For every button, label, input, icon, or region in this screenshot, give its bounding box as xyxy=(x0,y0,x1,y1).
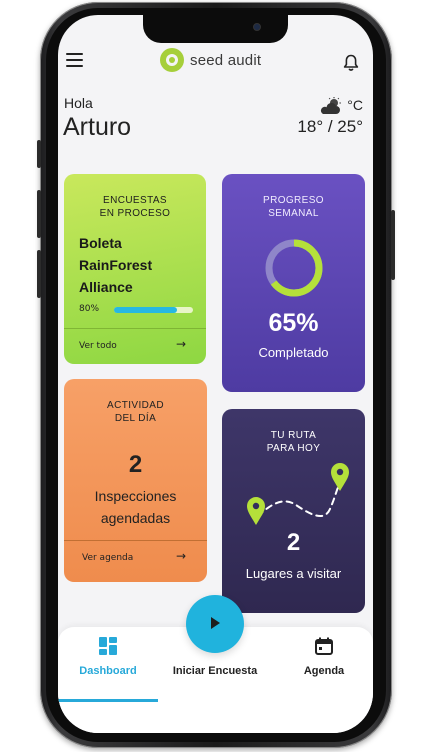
view-agenda-link[interactable]: Ver agenda xyxy=(82,553,133,563)
tab-label: Iniciar Encuesta xyxy=(172,665,258,677)
calendar-icon xyxy=(315,637,333,655)
phone-side-button xyxy=(37,250,41,298)
weekly-progress-card: PROGRESO SEMANAL 65% Completado xyxy=(222,174,365,392)
inspections-count: 2 xyxy=(128,451,143,478)
project-name-line: RainForest xyxy=(79,257,153,273)
card-divider xyxy=(64,540,207,541)
project-name-line: Boleta xyxy=(79,235,122,251)
surveys-in-progress-card[interactable]: ENCUESTAS EN PROCESO Boleta RainForest A… xyxy=(64,174,206,364)
project-name-line: Alliance xyxy=(79,279,133,295)
weekly-progress-subtitle: Completado xyxy=(258,345,329,360)
temperature-range: 18° / 25° xyxy=(297,117,363,137)
card-title: TU RUTA PARA HOY xyxy=(222,409,365,455)
play-icon xyxy=(211,617,220,629)
brand-name: seed audit xyxy=(190,51,262,69)
card-title-line: PARA HOY xyxy=(266,443,321,454)
weather-widget: °C 18° / 25° xyxy=(297,97,363,137)
user-name: Arturo xyxy=(63,113,132,141)
phone-notch xyxy=(143,15,288,43)
places-count: 2 xyxy=(286,529,301,556)
tab-agenda[interactable]: Agenda xyxy=(294,637,354,677)
tab-start-survey[interactable]: Iniciar Encuesta xyxy=(165,665,265,677)
todays-route-card[interactable]: TU RUTA PARA HOY 2 Lugares a visitar xyxy=(222,409,365,613)
arrow-right-icon[interactable]: → xyxy=(176,337,186,351)
route-map-illustration xyxy=(247,463,349,525)
tab-label: Agenda xyxy=(303,665,345,677)
dashboard-icon xyxy=(99,637,117,655)
location-pin-icon xyxy=(247,497,265,525)
phone-side-button xyxy=(391,210,395,280)
phone-side-button xyxy=(37,140,41,168)
notification-bell-icon[interactable] xyxy=(343,54,359,72)
phone-side-button xyxy=(37,190,41,238)
card-title-line: TU RUTA xyxy=(270,430,317,441)
places-label: Lugares a visitar xyxy=(245,566,342,581)
card-title: ACTIVIDAD DEL DÍA xyxy=(64,379,207,425)
card-title: PROGRESO SEMANAL xyxy=(222,174,365,220)
survey-project-name: Boleta RainForest Alliance xyxy=(79,232,152,298)
progress-bar xyxy=(114,307,193,313)
card-title-line: EN PROCESO xyxy=(99,208,171,219)
menu-icon[interactable] xyxy=(66,53,83,67)
arrow-right-icon[interactable]: → xyxy=(176,549,186,563)
daily-activity-card[interactable]: ACTIVIDAD DEL DÍA 2 Inspecciones agendad… xyxy=(64,379,207,582)
inspections-label: Inspecciones agendadas xyxy=(94,488,177,526)
location-pin-icon xyxy=(331,463,349,491)
card-title-line: SEMANAL xyxy=(268,208,319,219)
tab-dashboard[interactable]: Dashboard xyxy=(72,637,144,677)
partly-cloudy-icon xyxy=(321,97,342,114)
brand-logo: seed audit xyxy=(160,48,261,72)
card-title-line: DEL DÍA xyxy=(114,413,157,424)
active-tab-indicator xyxy=(58,699,158,702)
app-header: seed audit xyxy=(58,43,373,83)
progress-percent-label: 80% xyxy=(79,304,100,314)
start-survey-play-button[interactable] xyxy=(186,595,244,653)
tab-label: Dashboard xyxy=(79,665,137,677)
card-title-line: PROGRESO xyxy=(263,195,324,206)
seed-logo-icon xyxy=(160,48,184,72)
card-title: ENCUESTAS EN PROCESO xyxy=(64,174,206,220)
weekly-progress-percent: 65% xyxy=(268,309,319,337)
camera-icon xyxy=(253,23,261,31)
card-title-line: ACTIVIDAD xyxy=(107,400,164,411)
greeting-label: Hola xyxy=(64,95,93,111)
temperature-unit: °C xyxy=(347,97,363,114)
progress-bar-fill xyxy=(114,307,178,313)
view-all-link[interactable]: Ver todo xyxy=(79,341,117,351)
app-screen: seed audit Hola Arturo °C 18° / 25° ENCU… xyxy=(58,15,373,733)
progress-ring xyxy=(265,239,323,297)
card-divider xyxy=(64,328,206,329)
card-title-line: ENCUESTAS xyxy=(103,195,167,206)
